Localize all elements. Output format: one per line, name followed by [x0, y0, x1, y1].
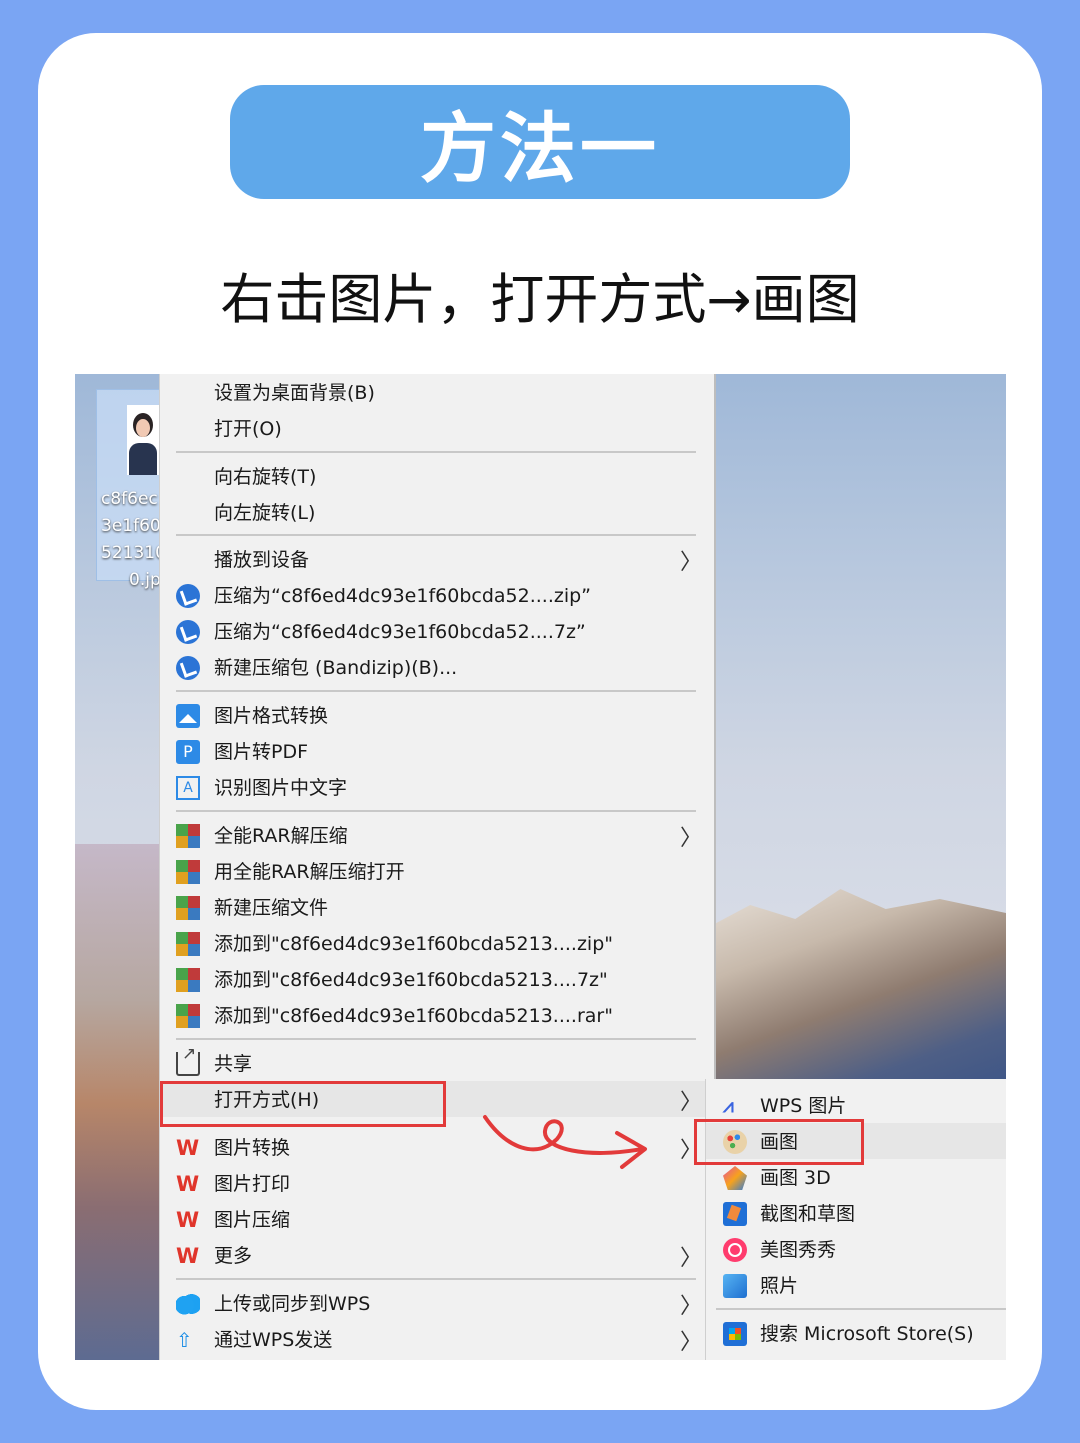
menu-item-rar-open[interactable]: 用全能RAR解压缩打开	[160, 853, 714, 889]
wps-icon: W	[176, 1136, 200, 1160]
rar-icon	[176, 932, 200, 956]
rar-icon	[176, 824, 200, 848]
chevron-right-icon: 〉	[680, 550, 703, 575]
wps-icon: W	[176, 1208, 200, 1232]
menu-item-rotate-right[interactable]: 向右旋转(T)	[160, 458, 714, 494]
wps-icon: W	[176, 1172, 200, 1196]
wps-icon: W	[176, 1244, 200, 1268]
menu-item-compress-zip[interactable]: 压缩为“c8f6ed4dc93e1f60bcda52....zip”	[160, 577, 714, 613]
mountain-right	[705, 889, 1006, 1089]
menu-item-rotate-left[interactable]: 向左旋转(L)	[160, 494, 714, 530]
instruction-text: 右击图片，打开方式→画图	[220, 268, 860, 331]
image-convert-icon	[176, 704, 200, 728]
context-menu: 设置为桌面背景(B) 打开(O) 向右旋转(T) 向左旋转(L) 播放到设备〉 …	[159, 374, 716, 1360]
card: 方法一 右击图片，打开方式→画图 c8f6ec 3e1f60 521310 0.…	[38, 33, 1042, 1410]
menu-item-ocr[interactable]: A 识别图片中文字	[160, 769, 714, 805]
bandizip-icon	[176, 584, 200, 608]
chevron-right-icon: 〉	[680, 1090, 703, 1115]
menu-separator	[176, 1278, 696, 1280]
meitu-icon	[723, 1238, 747, 1262]
cloud-icon	[176, 1292, 200, 1316]
menu-item-rar-add-rar[interactable]: 添加到"c8f6ed4dc93e1f60bcda5213....rar"	[160, 997, 714, 1033]
menu-item-cast-to-device[interactable]: 播放到设备〉	[160, 541, 714, 577]
menu-separator	[176, 690, 696, 692]
rar-icon	[176, 860, 200, 884]
page-title: 方法一	[420, 104, 660, 193]
open-with-wps-image[interactable]: ⩘ WPS 图片	[706, 1087, 1006, 1123]
menu-separator	[176, 451, 696, 453]
menu-item-wps-more[interactable]: W 更多〉	[160, 1237, 714, 1273]
menu-item-image-convert[interactable]: 图片格式转换	[160, 697, 714, 733]
menu-item-send-wps[interactable]: ⇧ 通过WPS发送〉	[160, 1321, 714, 1357]
rar-icon	[176, 1004, 200, 1028]
menu-item-rar-extract[interactable]: 全能RAR解压缩〉	[160, 817, 714, 853]
open-with-snip-sketch[interactable]: 截图和草图	[706, 1195, 1006, 1231]
menu-item-new-archive[interactable]: 新建压缩包 (Bandizip)(B)...	[160, 649, 714, 685]
menu-item-rar-add-7z[interactable]: 添加到"c8f6ed4dc93e1f60bcda5213....7z"	[160, 961, 714, 997]
chevron-right-icon: 〉	[680, 826, 703, 851]
menu-separator	[176, 534, 696, 536]
paint-highlight-box	[694, 1119, 864, 1165]
menu-item-open[interactable]: 打开(O)	[160, 410, 714, 446]
screenshot: c8f6ec 3e1f60 521310 0.jp 设置为桌面背景(B) 打开(…	[75, 374, 1006, 1360]
ocr-icon: A	[176, 776, 200, 800]
open-with-search-store[interactable]: 搜索 Microsoft Store(S)	[706, 1315, 1006, 1351]
title-banner: 方法一	[230, 85, 850, 199]
menu-item-rar-add-zip[interactable]: 添加到"c8f6ed4dc93e1f60bcda5213....zip"	[160, 925, 714, 961]
chevron-right-icon: 〉	[680, 1294, 703, 1319]
open-with-highlight-box	[160, 1081, 446, 1127]
menu-separator	[176, 1038, 696, 1040]
menu-item-wps-image-compress[interactable]: W 图片压缩	[160, 1201, 714, 1237]
rar-icon	[176, 968, 200, 992]
menu-item-compress-7z[interactable]: 压缩为“c8f6ed4dc93e1f60bcda52....7z”	[160, 613, 714, 649]
rar-icon	[176, 896, 200, 920]
menu-separator	[716, 1308, 1006, 1310]
wps-image-icon: ⩘	[723, 1095, 734, 1117]
menu-item-upload-wps[interactable]: 上传或同步到WPS 〉	[160, 1285, 714, 1321]
chevron-right-icon: 〉	[680, 1246, 703, 1271]
store-icon	[723, 1322, 747, 1346]
open-with-photos[interactable]: 照片	[706, 1267, 1006, 1303]
menu-item-set-wallpaper[interactable]: 设置为桌面背景(B)	[160, 374, 714, 410]
menu-item-image-to-pdf[interactable]: P 图片转PDF	[160, 733, 714, 769]
share-icon	[176, 1044, 200, 1076]
photo-thumbnail	[127, 405, 159, 475]
menu-item-rar-new[interactable]: 新建压缩文件	[160, 889, 714, 925]
send-icon: ⇧	[176, 1328, 193, 1352]
bandizip-icon	[176, 656, 200, 680]
menu-item-share[interactable]: 共享	[160, 1044, 714, 1081]
paint3d-icon	[723, 1166, 747, 1190]
red-arrow-icon	[483, 1115, 647, 1169]
menu-separator	[176, 810, 696, 812]
open-with-meitu[interactable]: 美图秀秀	[706, 1231, 1006, 1267]
snip-sketch-icon	[723, 1202, 747, 1226]
bandizip-icon	[176, 620, 200, 644]
photos-icon	[723, 1274, 747, 1298]
chevron-right-icon: 〉	[680, 1330, 703, 1355]
pdf-icon: P	[176, 740, 200, 764]
